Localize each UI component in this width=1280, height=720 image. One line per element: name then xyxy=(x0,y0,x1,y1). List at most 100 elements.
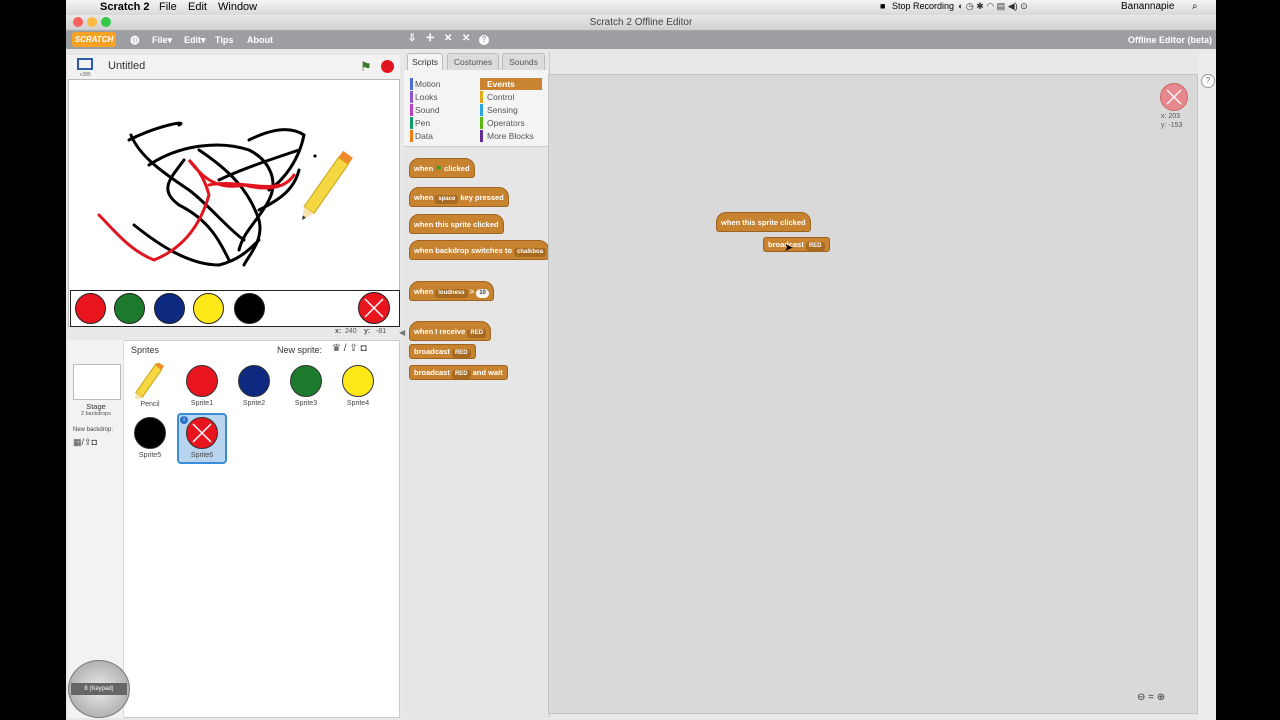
editor-edition-label: Offline Editor (beta) xyxy=(1128,35,1212,45)
block-when-key-pressed[interactable]: when space key pressed xyxy=(409,187,509,207)
sprite-name: Sprite6 xyxy=(190,452,214,459)
menu-file[interactable]: File xyxy=(159,1,177,13)
new-sprite-label: New sprite: xyxy=(277,345,323,355)
y-coord-value: -81 xyxy=(376,328,387,335)
category-looks[interactable]: Looks xyxy=(410,91,438,103)
shrink-icon[interactable]: ✕ xyxy=(462,33,470,44)
block-palette xyxy=(404,52,550,718)
help-icon[interactable]: ? xyxy=(479,35,489,45)
yellow-color-button[interactable] xyxy=(193,293,224,324)
category-sensing[interactable]: Sensing xyxy=(480,104,518,116)
fullscreen-icon[interactable] xyxy=(77,58,93,70)
stage-thumbnail[interactable] xyxy=(73,364,121,400)
mac-menubar: Scratch 2 File Edit Window ■ Stop Record… xyxy=(66,0,1216,16)
sprite-thumb-sprite1[interactable]: Sprite1 xyxy=(177,363,227,413)
stop-recording[interactable]: Stop Recording xyxy=(892,1,954,11)
minimize-window-icon[interactable] xyxy=(87,17,97,27)
red-x-circle-icon xyxy=(186,417,218,449)
scratch-menu-edit[interactable]: Edit▾ xyxy=(184,35,206,46)
block-when-flag-clicked[interactable]: when ⚑ clicked xyxy=(409,158,475,178)
tab-scripts[interactable]: Scripts xyxy=(407,53,443,70)
zoom-window-icon[interactable] xyxy=(101,17,111,27)
scratch-menu-tips[interactable]: Tips xyxy=(215,35,233,45)
sprite-paint-icon[interactable]: / xyxy=(344,343,347,354)
scratch-logo[interactable]: SCRATCH xyxy=(72,32,116,47)
category-more-blocks[interactable]: More Blocks xyxy=(480,130,534,142)
clear-x-icon xyxy=(364,298,384,318)
right-sidebar: ? xyxy=(1198,52,1216,720)
block-when-backdrop-switches[interactable]: when backdrop switches to chalkboa xyxy=(409,240,549,260)
clear-button[interactable] xyxy=(358,292,390,324)
menu-edit[interactable]: Edit xyxy=(188,1,207,13)
sprite-y: y: -153 xyxy=(1161,122,1183,129)
backdrop-camera-icon[interactable]: ◘ xyxy=(92,437,97,447)
color-palette-bar xyxy=(70,290,400,327)
record-icon[interactable]: ■ xyxy=(880,1,885,11)
spotlight-icon[interactable]: ⌕ xyxy=(1192,1,1198,12)
category-sound[interactable]: Sound xyxy=(410,104,440,116)
zoom-in-icon[interactable]: ⊕ xyxy=(1157,692,1165,703)
x-coord-label: x: xyxy=(335,328,342,335)
category-data[interactable]: Data xyxy=(410,130,433,142)
block-when-sprite-clicked[interactable]: when this sprite clicked xyxy=(409,214,504,234)
sprite-thumb-sprite2[interactable]: Sprite2 xyxy=(229,363,279,413)
black-color-button[interactable] xyxy=(234,293,265,324)
tab-sounds[interactable]: Sounds xyxy=(502,53,545,70)
sprite-thumb-pencil[interactable]: Pencil xyxy=(125,361,175,413)
green-flag-icon[interactable]: ⚑ xyxy=(360,59,372,75)
menu-app-name[interactable]: Scratch 2 xyxy=(100,1,150,13)
category-control[interactable]: Control xyxy=(480,91,514,103)
window-titlebar: Scratch 2 Offline Editor xyxy=(66,15,1216,31)
blue-color-button[interactable] xyxy=(154,293,185,324)
user-name[interactable]: Banannapie xyxy=(1121,1,1174,12)
blue-circle-icon xyxy=(238,365,270,397)
duplicate-icon[interactable]: ⇩ xyxy=(408,33,416,44)
block-when-loudness[interactable]: when loudness > 10 xyxy=(409,281,494,301)
sprite-thumb-sprite4[interactable]: Sprite4 xyxy=(333,363,383,413)
y-coord-label: y: xyxy=(364,328,371,335)
script-broadcast-block[interactable]: broadcast RED xyxy=(763,237,830,252)
block-broadcast[interactable]: broadcast RED xyxy=(409,344,476,359)
category-events-selected[interactable]: Events xyxy=(480,78,542,90)
backdrop-tools: ▦/⇪◘ xyxy=(73,437,97,448)
cut-icon[interactable]: ✛ xyxy=(426,33,434,44)
red-color-button[interactable] xyxy=(75,293,106,324)
mouse-cursor-icon: ➤ xyxy=(784,242,794,254)
keypad-overlay: 8 (Keypad) xyxy=(68,660,130,718)
backdrop-upload-icon[interactable]: ⇪ xyxy=(84,437,92,447)
grow-icon[interactable]: ✕ xyxy=(444,33,452,44)
menu-window[interactable]: Window xyxy=(218,1,257,13)
zoom-out-icon[interactable]: ⊖ xyxy=(1137,692,1145,703)
zoom-controls: ⊖ = ⊕ xyxy=(1137,692,1165,703)
stage-mouse-coords: x: 240 y: -81 xyxy=(300,328,400,338)
scratch-menu-about[interactable]: About xyxy=(247,35,273,45)
green-color-button[interactable] xyxy=(114,293,145,324)
backdrop-library-icon[interactable]: ▦ xyxy=(73,437,82,447)
stop-icon[interactable] xyxy=(381,60,394,73)
block-when-i-receive[interactable]: when I receive RED xyxy=(409,321,492,341)
zoom-reset-icon[interactable]: = xyxy=(1148,692,1154,703)
collapse-arrow-icon[interactable]: ◀ xyxy=(399,328,405,337)
block-broadcast-and-wait[interactable]: broadcast RED and wait xyxy=(409,365,508,380)
category-motion[interactable]: Motion xyxy=(410,78,441,90)
project-title[interactable]: Untitled xyxy=(108,60,145,72)
tab-costumes[interactable]: Costumes xyxy=(447,53,499,70)
sprite-thumb-sprite3[interactable]: Sprite3 xyxy=(281,363,331,413)
sprite-name: Sprite1 xyxy=(190,400,214,407)
sprite-thumb-sprite5[interactable]: Sprite5 xyxy=(125,415,175,465)
category-pen[interactable]: Pen xyxy=(410,117,430,129)
script-area[interactable]: x: 203 y: -153 ⊖ = ⊕ xyxy=(548,74,1198,714)
sprite-upload-icon[interactable]: ⇪ xyxy=(349,343,357,354)
sprite-library-icon[interactable]: ♛ xyxy=(332,343,341,354)
globe-icon[interactable]: ◍ xyxy=(130,33,140,46)
help-icon[interactable]: ? xyxy=(1201,74,1215,88)
script-hat-when-sprite-clicked[interactable]: when this sprite clicked xyxy=(716,212,811,232)
category-operators[interactable]: Operators xyxy=(480,117,525,129)
close-window-icon[interactable] xyxy=(73,17,83,27)
sprite-name: Sprite5 xyxy=(138,452,162,459)
sprite-camera-icon[interactable]: ◘ xyxy=(360,343,366,354)
scratch-menu-file[interactable]: File▾ xyxy=(152,35,172,46)
backdrop-count: 2 backdrops xyxy=(81,411,111,417)
sprite-thumb-sprite6-selected[interactable]: i Sprite6 xyxy=(177,413,227,464)
green-flag-icon: ⚑ xyxy=(435,164,442,173)
